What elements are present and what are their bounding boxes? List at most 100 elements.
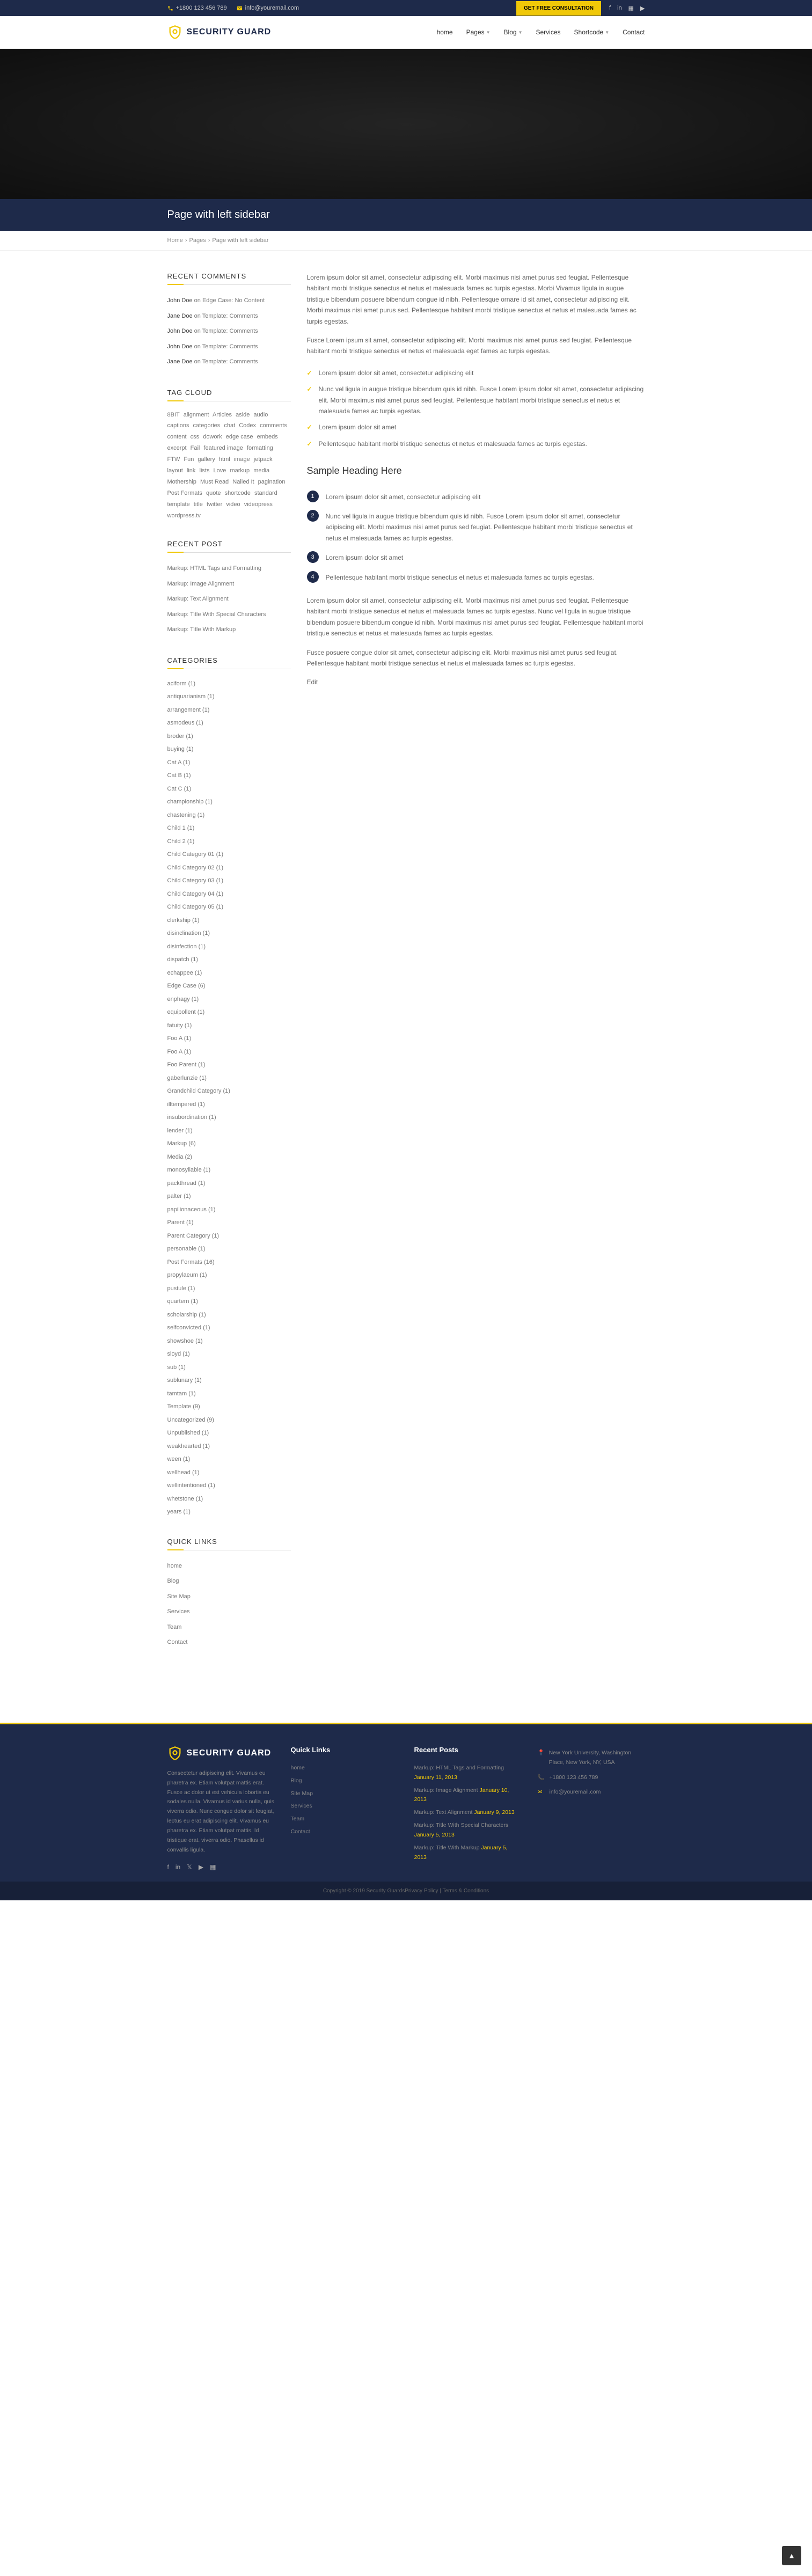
category-item[interactable]: Cat A (1)	[167, 756, 291, 770]
tag-link[interactable]: comments	[260, 422, 287, 429]
recent-post-item[interactable]: Markup: Image Alignment	[167, 576, 291, 592]
tag-link[interactable]: image	[234, 456, 250, 463]
category-item[interactable]: Foo A (1)	[167, 1032, 291, 1045]
quick-link-item[interactable]: Blog	[167, 1574, 291, 1589]
category-item[interactable]: packthread (1)	[167, 1177, 291, 1190]
email[interactable]: info@youremail.com	[237, 5, 299, 11]
category-item[interactable]: palter (1)	[167, 1190, 291, 1203]
nav-item-blog[interactable]: Blog▼	[504, 28, 523, 36]
tag-link[interactable]: css	[191, 434, 200, 440]
tag-link[interactable]: gallery	[197, 456, 215, 463]
tag-link[interactable]: Articles	[213, 412, 232, 418]
category-item[interactable]: arrangement (1)	[167, 704, 291, 717]
comment-item[interactable]: John Doe on Template: Comments	[167, 324, 291, 339]
category-item[interactable]: Cat B (1)	[167, 769, 291, 782]
category-item[interactable]: lender (1)	[167, 1124, 291, 1138]
category-item[interactable]: weakhearted (1)	[167, 1440, 291, 1453]
cta-button[interactable]: GET FREE CONSULTATION	[516, 1, 601, 16]
tag-link[interactable]: Fun	[184, 456, 194, 463]
category-item[interactable]: disinfection (1)	[167, 940, 291, 954]
recent-post-item[interactable]: Markup: Title With Markup	[167, 622, 291, 638]
category-item[interactable]: monosyllable (1)	[167, 1163, 291, 1177]
tag-link[interactable]: quote	[206, 490, 221, 496]
tag-link[interactable]: Codex	[239, 422, 256, 429]
quick-link-item[interactable]: Team	[167, 1620, 291, 1635]
nav-item-contact[interactable]: Contact	[623, 28, 645, 36]
legal-links[interactable]: Privacy Policy | Terms & Conditions	[405, 1888, 489, 1894]
tag-link[interactable]: video	[226, 501, 240, 508]
category-item[interactable]: Template (9)	[167, 1400, 291, 1414]
category-item[interactable]: Child 2 (1)	[167, 835, 291, 848]
tag-link[interactable]: content	[167, 434, 187, 440]
footer-recent-item[interactable]: Markup: Image Alignment January 10, 2013	[414, 1784, 522, 1807]
tag-link[interactable]: Post Formats	[167, 490, 202, 496]
category-item[interactable]: Foo A (1)	[167, 1045, 291, 1059]
footer-recent-item[interactable]: Markup: Title With Special Characters Ja…	[414, 1819, 522, 1842]
category-item[interactable]: enphagy (1)	[167, 993, 291, 1006]
category-item[interactable]: wellintentioned (1)	[167, 1479, 291, 1492]
tag-link[interactable]: Love	[214, 467, 226, 474]
edit-link[interactable]: Edit	[307, 678, 318, 686]
category-item[interactable]: Parent Category (1)	[167, 1230, 291, 1243]
comment-item[interactable]: Jane Doe on Template: Comments	[167, 354, 291, 370]
category-item[interactable]: Foo Parent (1)	[167, 1058, 291, 1072]
footer-recent-item[interactable]: Markup: Text Alignment January 9, 2013	[414, 1806, 522, 1819]
tag-link[interactable]: wordpress.tv	[167, 513, 201, 519]
category-item[interactable]: personable (1)	[167, 1242, 291, 1256]
tag-link[interactable]: markup	[230, 467, 250, 474]
category-item[interactable]: Edge Case (6)	[167, 979, 291, 993]
youtube-icon[interactable]: ▶	[199, 1863, 203, 1871]
youtube-icon[interactable]: ▶	[640, 5, 645, 12]
tag-link[interactable]: Mothership	[167, 479, 196, 485]
recent-post-item[interactable]: Markup: Title With Special Characters	[167, 607, 291, 623]
tag-link[interactable]: videopress	[244, 501, 273, 508]
category-item[interactable]: chastening (1)	[167, 809, 291, 822]
breadcrumb-item[interactable]: Home	[167, 237, 183, 244]
recent-post-item[interactable]: Markup: HTML Tags and Formatting	[167, 561, 291, 576]
tag-link[interactable]: dowork	[203, 434, 222, 440]
quick-link-item[interactable]: Services	[167, 1604, 291, 1620]
category-item[interactable]: Child 1 (1)	[167, 822, 291, 835]
tag-link[interactable]: media	[253, 467, 269, 474]
recent-post-item[interactable]: Markup: Text Alignment	[167, 591, 291, 607]
tag-link[interactable]: categories	[193, 422, 221, 429]
category-item[interactable]: showshoe (1)	[167, 1335, 291, 1348]
quick-link-item[interactable]: Site Map	[167, 1589, 291, 1605]
tag-link[interactable]: audio	[253, 412, 268, 418]
category-item[interactable]: equipollent (1)	[167, 1006, 291, 1019]
category-item[interactable]: propylaeum (1)	[167, 1269, 291, 1282]
category-item[interactable]: quartern (1)	[167, 1295, 291, 1308]
tag-link[interactable]: standard	[254, 490, 277, 496]
tag-link[interactable]: embeds	[257, 434, 278, 440]
category-item[interactable]: broder (1)	[167, 730, 291, 743]
category-item[interactable]: Post Formats (16)	[167, 1256, 291, 1269]
category-item[interactable]: sloyd (1)	[167, 1348, 291, 1361]
comment-item[interactable]: John Doe on Edge Case: No Content	[167, 293, 291, 309]
tag-link[interactable]: twitter	[207, 501, 222, 508]
tag-link[interactable]: Fail	[191, 445, 200, 451]
tag-link[interactable]: captions	[167, 422, 189, 429]
footer-quick-link[interactable]: Site Map	[291, 1788, 398, 1801]
tag-link[interactable]: html	[219, 456, 230, 463]
nav-item-services[interactable]: Services	[536, 28, 561, 36]
category-item[interactable]: championship (1)	[167, 795, 291, 809]
nav-item-home[interactable]: home	[437, 28, 453, 36]
comment-item[interactable]: Jane Doe on Template: Comments	[167, 309, 291, 324]
scroll-top-button[interactable]: ▲	[782, 2546, 801, 2565]
tag-link[interactable]: FTW	[167, 456, 180, 463]
tag-link[interactable]: formatting	[247, 445, 273, 451]
category-item[interactable]: gaberlunzie (1)	[167, 1072, 291, 1085]
tag-link[interactable]: Nailed It	[232, 479, 254, 485]
tag-link[interactable]: excerpt	[167, 445, 187, 451]
category-item[interactable]: Unpublished (1)	[167, 1426, 291, 1440]
tag-link[interactable]: 8BIT	[167, 412, 180, 418]
category-item[interactable]: sub (1)	[167, 1361, 291, 1374]
tag-link[interactable]: Must Read	[200, 479, 229, 485]
comment-item[interactable]: John Doe on Template: Comments	[167, 339, 291, 355]
tag-link[interactable]: jetpack	[254, 456, 273, 463]
category-item[interactable]: years (1)	[167, 1505, 291, 1519]
category-item[interactable]: dispatch (1)	[167, 953, 291, 967]
category-item[interactable]: Media (2)	[167, 1151, 291, 1164]
category-item[interactable]: illtempered (1)	[167, 1098, 291, 1111]
category-item[interactable]: asmodeus (1)	[167, 716, 291, 730]
